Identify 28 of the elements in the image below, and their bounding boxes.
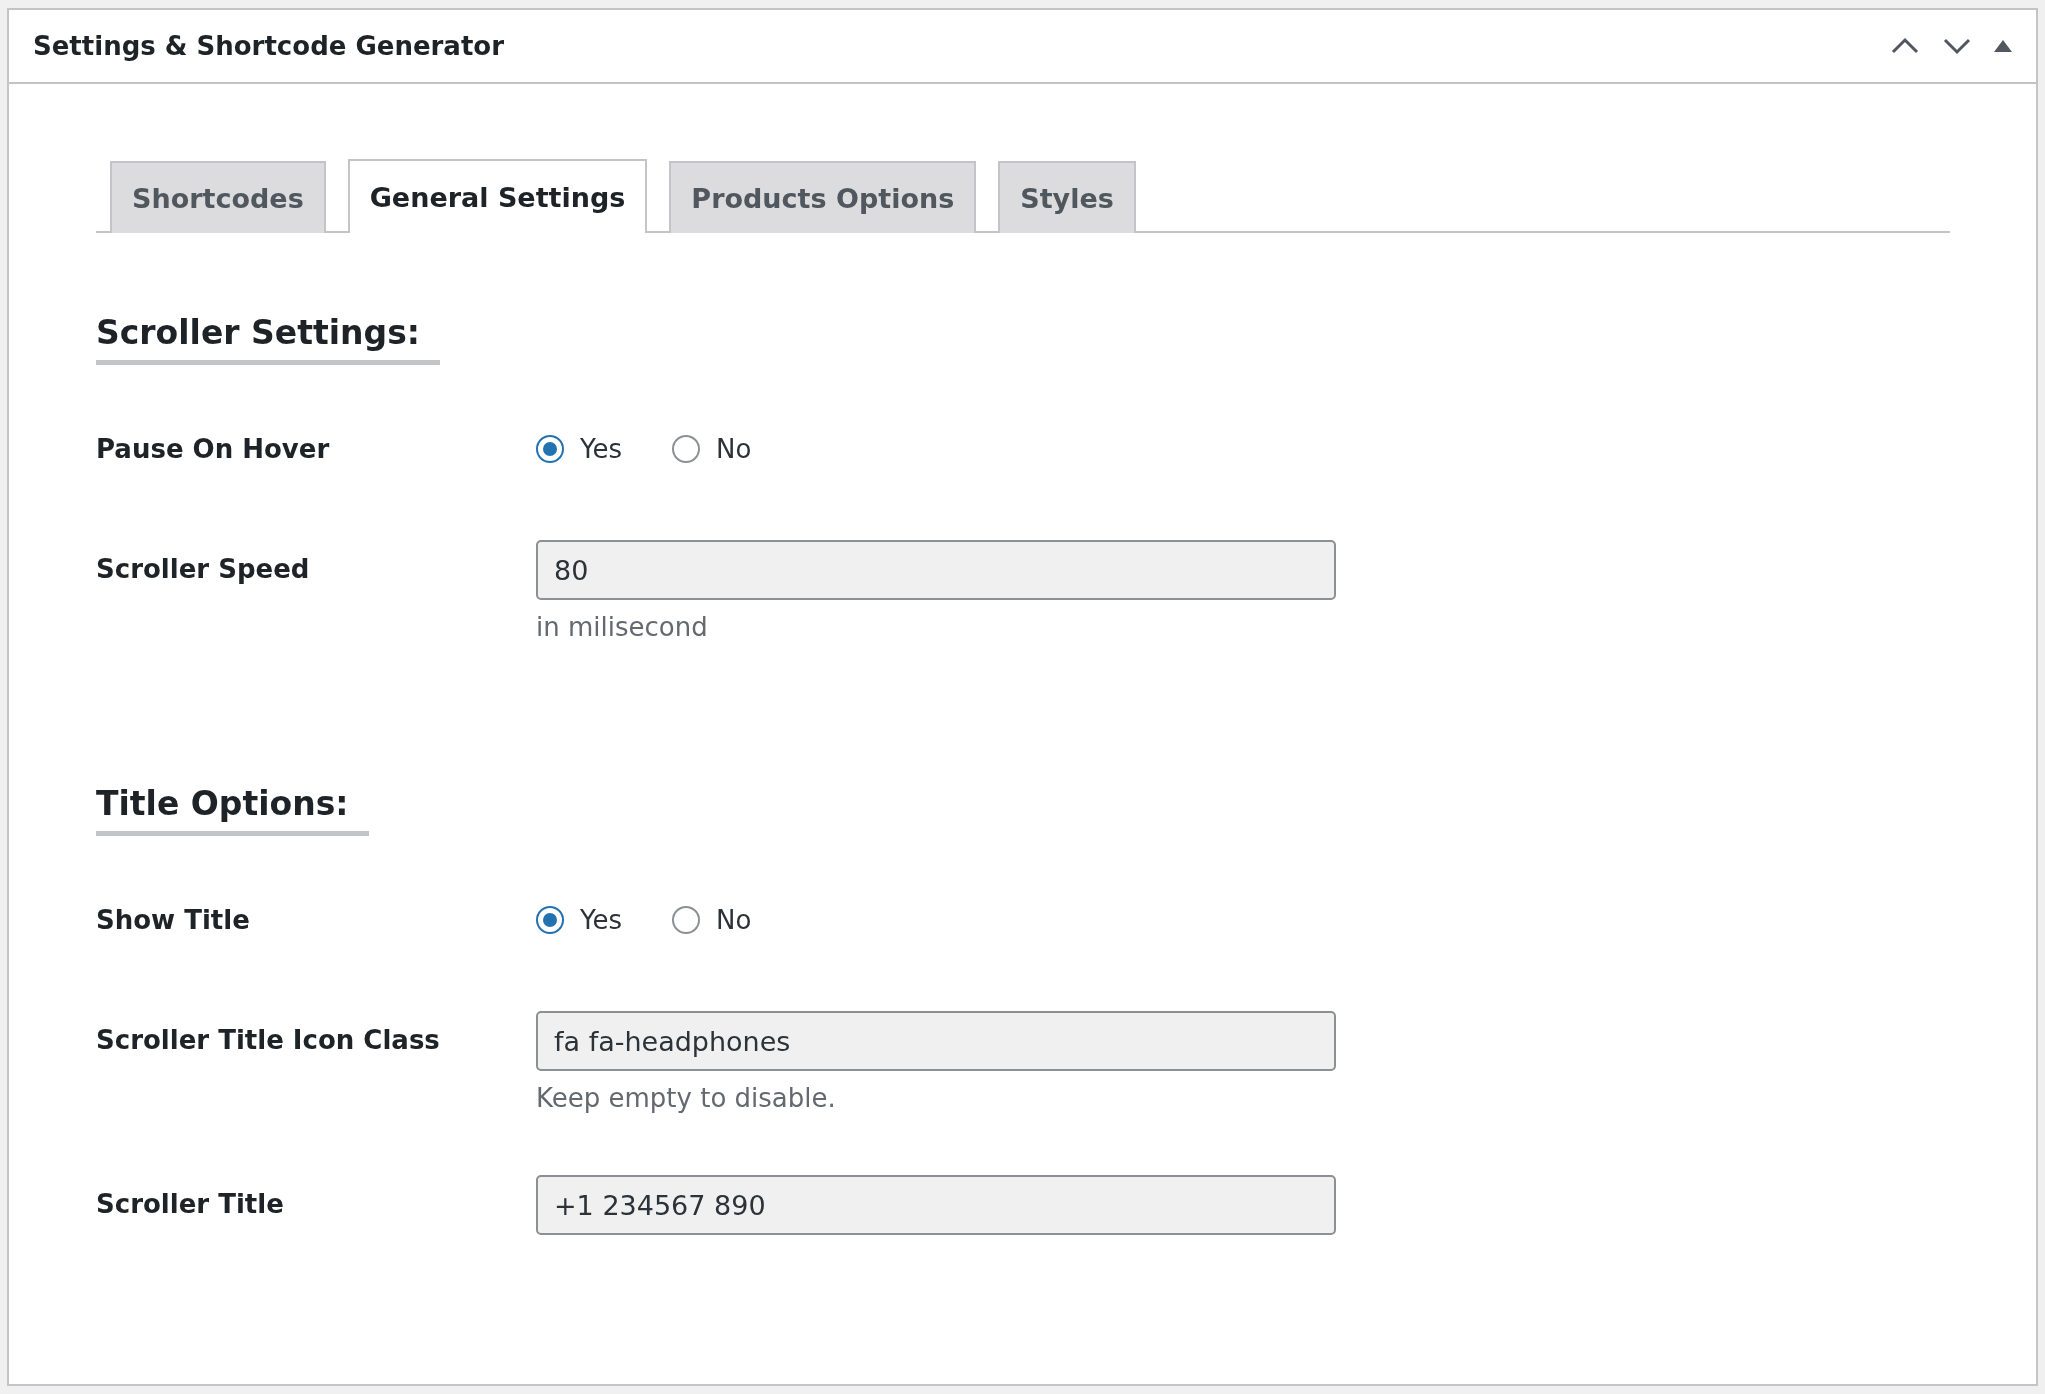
- field-label: Pause On Hover: [96, 433, 331, 466]
- radio-button[interactable]: [536, 906, 564, 934]
- tab[interactable]: Shortcodes: [110, 161, 326, 233]
- radio-label: Yes: [580, 905, 622, 935]
- chevron-down-icon[interactable]: [1942, 36, 1972, 56]
- field-label: Scroller Speed: [96, 553, 311, 586]
- text-field[interactable]: 80: [536, 540, 1336, 600]
- text-field[interactable]: fa fa-headphones: [536, 1011, 1336, 1071]
- radio-button[interactable]: [672, 435, 700, 463]
- tab[interactable]: General Settings: [347, 159, 648, 233]
- section-heading: Scroller Settings:: [96, 313, 440, 365]
- radio-label: No: [716, 434, 752, 464]
- field-hint: Keep empty to disable.: [536, 1083, 837, 1113]
- panel-title: Settings & Shortcode Generator: [33, 31, 505, 61]
- field-label: Scroller Title: [96, 1188, 285, 1221]
- tab[interactable]: Styles: [998, 161, 1136, 233]
- field-hint: in milisecond: [536, 612, 709, 642]
- text-field[interactable]: +1 234567 890: [536, 1175, 1336, 1235]
- radio-button[interactable]: [536, 435, 564, 463]
- triangle-up-icon[interactable]: [1994, 40, 2012, 52]
- field-label: Show Title: [96, 904, 251, 937]
- radio-button[interactable]: [672, 906, 700, 934]
- radio-label: No: [716, 905, 752, 935]
- section-heading: Title Options:: [96, 784, 369, 836]
- field-label: Scroller Title Icon Class: [96, 1024, 441, 1057]
- radio-label: Yes: [580, 434, 622, 464]
- tab[interactable]: Products Options: [669, 161, 977, 233]
- chevron-up-icon[interactable]: [1890, 36, 1920, 56]
